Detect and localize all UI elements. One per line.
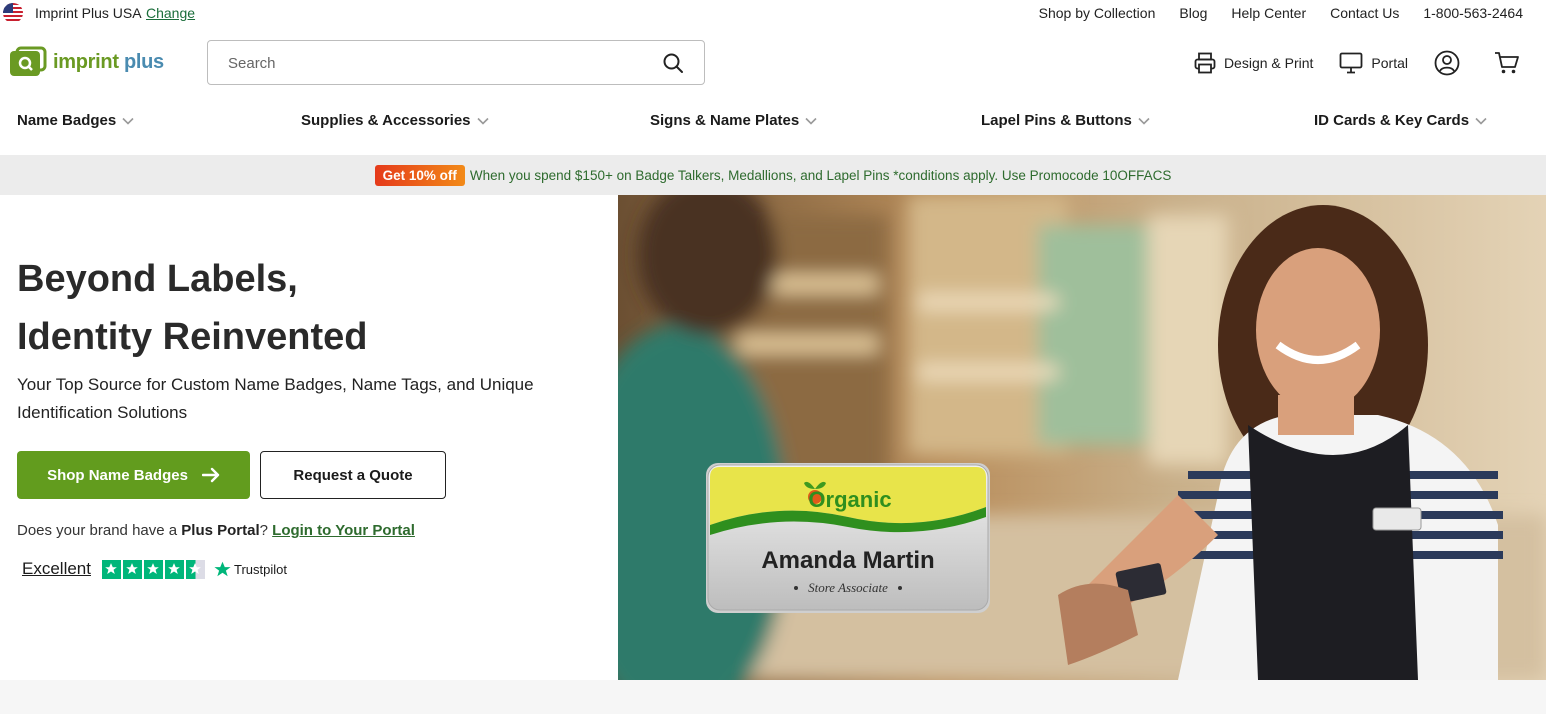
blog-link[interactable]: Blog: [1179, 5, 1207, 21]
chevron-down-icon: [122, 117, 134, 125]
hero-title: Beyond Labels, Identity Reinvented: [17, 250, 577, 366]
star-icon: [164, 559, 184, 579]
us-flag-icon: [3, 3, 23, 23]
design-print-label: Design & Print: [1223, 55, 1314, 71]
user-account-icon: [1434, 50, 1460, 76]
button-label: Shop Name Badges: [47, 466, 188, 484]
star-icon: [122, 559, 142, 579]
utility-links: Shop by Collection Blog Help Center Cont…: [1015, 5, 1523, 21]
contact-us-link[interactable]: Contact Us: [1330, 5, 1399, 21]
chevron-down-icon: [1138, 117, 1150, 125]
nav-signs-name-plates[interactable]: Signs & Name Plates: [650, 112, 817, 129]
shopping-cart-icon: [1495, 52, 1519, 74]
shop-by-collection-link[interactable]: Shop by Collection: [1039, 5, 1156, 21]
nav-lapel-pins-buttons[interactable]: Lapel Pins & Buttons: [981, 112, 1150, 129]
region-label: Imprint Plus USA: [35, 5, 142, 21]
nav-label: Lapel Pins & Buttons: [981, 112, 1132, 129]
chevron-down-icon: [476, 117, 489, 125]
half-star-icon: [185, 559, 205, 579]
nav-label: Signs & Name Plates: [650, 112, 800, 129]
badge-name: Amanda Martin: [761, 547, 934, 574]
nav-label: Supplies & Accessories: [301, 112, 471, 129]
shop-name-badges-button[interactable]: Shop Name Badges: [17, 451, 250, 499]
promo-banner[interactable]: Get 10% off When you spend $150+ on Badg…: [0, 155, 1546, 195]
badge-role: Store Associate: [808, 580, 888, 595]
nav-name-badges[interactable]: Name Badges: [17, 112, 134, 129]
site-logo[interactable]: imprint plus: [9, 45, 181, 79]
nav-label: Name Badges: [17, 112, 117, 129]
hero-subtitle: Your Top Source for Custom Name Badges, …: [17, 375, 534, 422]
trustpilot-star-icon: [214, 561, 231, 576]
logo-mark-icon: [10, 46, 47, 76]
section-divider: [0, 680, 1546, 714]
request-quote-button[interactable]: Request a Quote: [260, 451, 446, 499]
star-icon: [101, 559, 121, 579]
account-button[interactable]: [1434, 50, 1468, 76]
top-bar: Imprint Plus USA Change Shop by Collecti…: [0, 0, 1546, 27]
promo-text: When you spend $150+ on Badge Talkers, M…: [469, 167, 1172, 183]
printer-icon: [1194, 52, 1216, 74]
chevron-down-icon: [1475, 117, 1487, 125]
design-print-link[interactable]: Design & Print: [1194, 52, 1313, 74]
portal-prompt: Does your brand have a Plus Portal? Logi…: [17, 522, 415, 539]
search-box: [207, 40, 705, 85]
portal-link[interactable]: Portal: [1339, 52, 1408, 74]
star-icon: [143, 559, 163, 579]
hero-photo: Organic Amanda Martin Store Associate: [618, 195, 1546, 680]
hero-title-line-1: Beyond Labels,: [17, 258, 298, 300]
nav-id-cards-key-cards[interactable]: ID Cards & Key Cards: [1314, 112, 1487, 129]
help-center-link[interactable]: Help Center: [1231, 5, 1306, 21]
nav-supplies-accessories[interactable]: Supplies & Accessories: [301, 112, 489, 129]
chevron-down-icon: [805, 117, 817, 125]
portal-label: Portal: [1371, 55, 1408, 71]
cart-button[interactable]: [1494, 51, 1528, 75]
trustpilot-widget[interactable]: Excellent Trustpilot: [22, 559, 287, 579]
trust-rating-label[interactable]: Excellent: [22, 559, 91, 579]
promo-tag: Get 10% off: [374, 164, 465, 186]
trustpilot-logo: Trustpilot: [214, 561, 287, 578]
arrow-right-icon: [201, 467, 220, 483]
login-portal-link[interactable]: Login to Your Portal: [272, 522, 415, 539]
logo-text: imprint plus: [53, 50, 164, 73]
trust-stars: [101, 559, 205, 579]
nav-label: ID Cards & Key Cards: [1314, 112, 1470, 129]
change-region-link[interactable]: Change: [146, 5, 195, 21]
badge-brand: Organic: [808, 487, 891, 512]
hero-title-line-2: Identity Reinvented: [17, 316, 368, 358]
header-actions: Design & Print Portal: [1168, 48, 1528, 78]
phone-number-link[interactable]: 1-800-563-2464: [1423, 5, 1523, 21]
search-icon[interactable]: [662, 52, 684, 74]
main-navigation: Name Badges Supplies & Accessories Signs…: [0, 105, 1546, 139]
search-input[interactable]: [228, 52, 648, 74]
monitor-icon: [1340, 52, 1363, 74]
